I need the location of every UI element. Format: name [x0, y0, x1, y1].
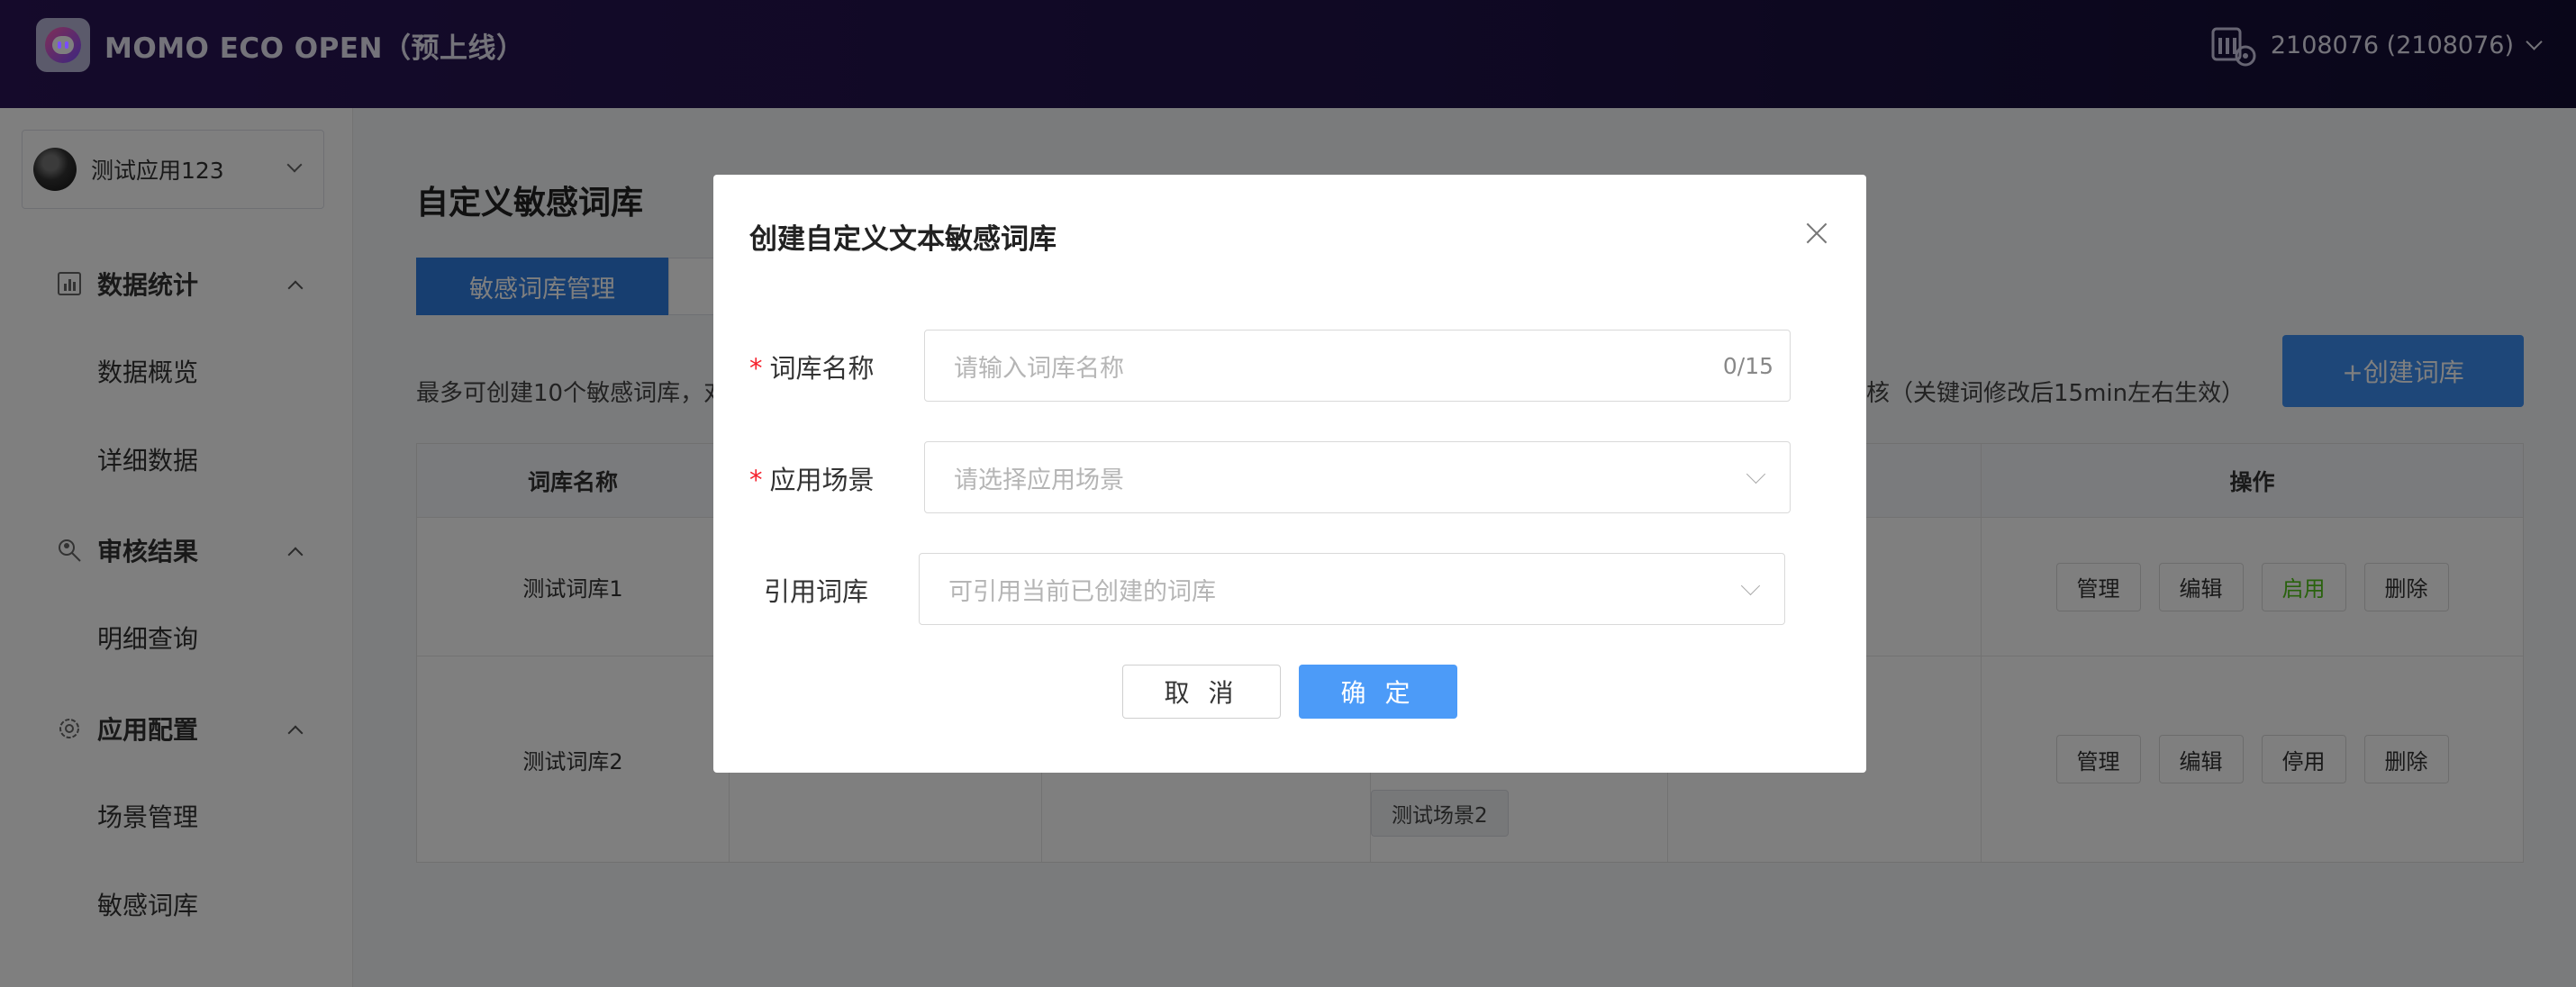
create-library-dialog: 创建自定义文本敏感词库 * 词库名称 请输入词库名称 0/15 * 应用场景 请选择…: [713, 175, 1866, 773]
close-icon[interactable]: [1803, 220, 1830, 247]
library-name-label: * 词库名称: [749, 353, 875, 384]
chevron-down-icon: [1740, 575, 1761, 596]
confirm-button[interactable]: 确 定: [1299, 665, 1457, 719]
required-mark: *: [749, 353, 763, 384]
scene-label: * 应用场景: [749, 465, 875, 495]
select-placeholder: 请选择应用场景: [954, 466, 1124, 494]
scene-select[interactable]: 请选择应用场景: [924, 441, 1791, 513]
select-placeholder: 可引用当前已创建的词库: [948, 577, 1216, 606]
reference-library-select[interactable]: 可引用当前已创建的词库: [919, 553, 1785, 625]
reference-library-label: 引用词库: [764, 576, 869, 607]
input-placeholder: 请输入词库名称: [954, 354, 1124, 383]
dialog-title: 创建自定义文本敏感词库: [749, 223, 1057, 256]
library-name-input[interactable]: 请输入词库名称 0/15: [924, 330, 1791, 402]
required-mark: *: [749, 465, 763, 495]
chevron-down-icon: [1746, 464, 1766, 484]
cancel-button[interactable]: 取 消: [1122, 665, 1281, 719]
char-counter: 0/15: [1722, 352, 1773, 379]
